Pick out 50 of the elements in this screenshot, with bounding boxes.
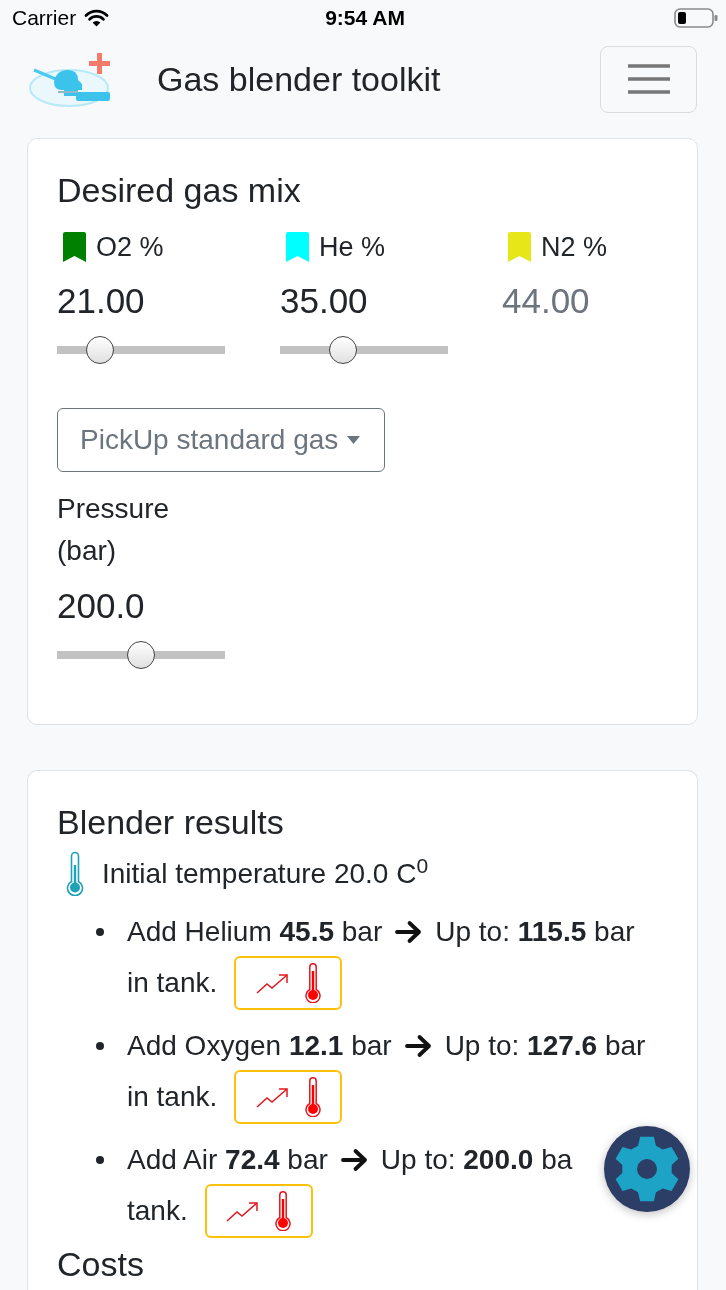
bullet-icon: [96, 1155, 104, 1164]
card-title: Blender results: [57, 802, 285, 843]
temperature-chart-button[interactable]: [234, 955, 343, 1010]
tank-text: tank.: [127, 1194, 188, 1228]
temperature-chart-button[interactable]: [204, 1183, 313, 1238]
thermometer-icon: [275, 1190, 292, 1231]
temperature-chart-button[interactable]: [234, 1069, 343, 1124]
tank-text: in tank.: [127, 966, 218, 1000]
app-title: Gas blender toolkit: [157, 58, 441, 100]
clock-text: 9:54 AM: [325, 5, 405, 32]
battery-icon: [674, 8, 718, 28]
step-text: Add Oxygen 12.1 bar: [127, 1029, 392, 1063]
target-pressure-text: Up to: 127.6 bar: [444, 1029, 646, 1063]
bullet-icon: [96, 1041, 104, 1050]
slider-thumb[interactable]: [329, 336, 357, 364]
menu-icon: [627, 63, 670, 95]
arrow-right-icon: [340, 1147, 368, 1172]
section-title: Costs: [57, 1244, 145, 1285]
arrow-right-icon: [395, 919, 423, 944]
caret-icon: [347, 436, 361, 444]
trend-up-icon: [255, 1085, 290, 1108]
thermometer-icon: [66, 851, 84, 896]
thermometer-icon: [304, 962, 321, 1003]
wifi-icon: [84, 9, 110, 27]
temperature-text: Initial temperature 20.0 C$^{0}$: [102, 852, 429, 891]
step-text: Add Air 72.4 bar: [127, 1143, 328, 1177]
carrier-text: Carrier: [12, 5, 77, 32]
arrow-right-icon: [404, 1033, 432, 1058]
slider-thumb[interactable]: [127, 641, 155, 669]
card-title: Desired gas mix: [57, 170, 302, 211]
tank-text: in tank.: [127, 1080, 218, 1114]
gas-percentage: 35.00: [280, 280, 369, 322]
gas-percentage: 21.00: [57, 280, 146, 322]
bullet-icon: [96, 927, 104, 936]
gas-percentage: 44.00: [502, 280, 591, 322]
gas-label: N2 %: [541, 230, 608, 264]
gas-label: He %: [319, 230, 386, 264]
gas-label: O2 %: [96, 230, 164, 264]
settings-icon: [614, 1136, 680, 1202]
thermometer-icon: [304, 1076, 321, 1117]
target-pressure-text: Up to: 115.5 bar: [435, 915, 635, 949]
pressure-label: Pressure (bar): [57, 492, 171, 568]
slider-thumb[interactable]: [86, 336, 115, 364]
trend-up-icon: [255, 971, 290, 994]
trend-up-icon: [226, 1199, 261, 1222]
standard-gas-dropdown[interactable]: PickUp standard gas: [57, 408, 386, 472]
pressure-value: 200.0: [57, 585, 146, 627]
menu-button[interactable]: [600, 45, 697, 113]
target-pressure-text: Up to: 200.0 ba: [380, 1143, 573, 1177]
step-text: Add Helium 45.5 bar: [127, 915, 383, 949]
